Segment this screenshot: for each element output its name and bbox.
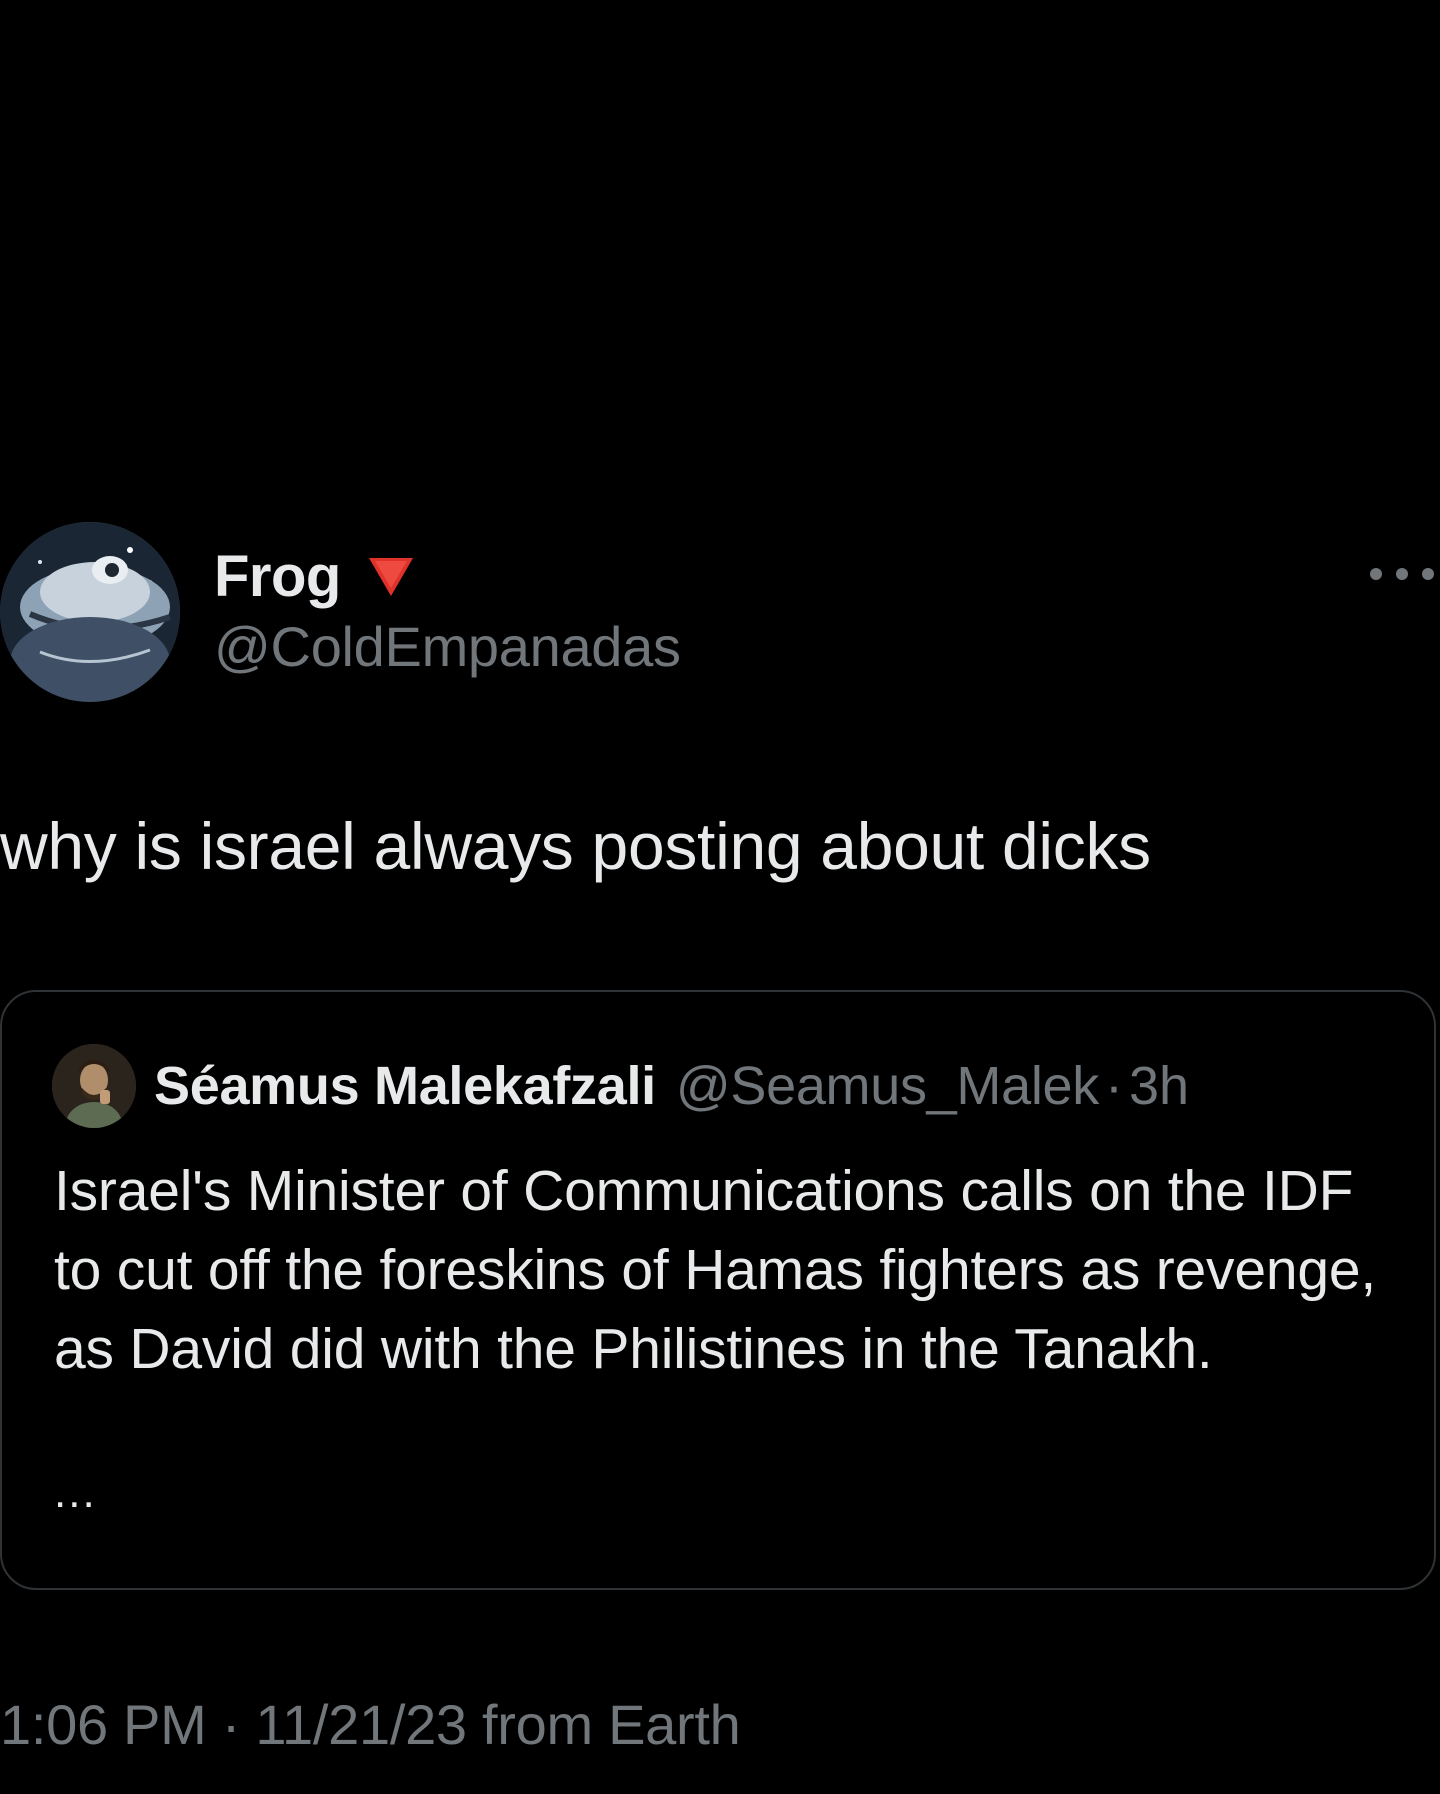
quoted-tweet[interactable]: Séamus Malekafzali @Seamus_Malek · 3h Is…	[0, 990, 1436, 1590]
quoted-separator: ·	[1104, 1056, 1123, 1116]
more-horizontal-icon-dot	[1396, 568, 1408, 580]
tweet-text: why is israel always posting about dicks	[0, 809, 1151, 883]
user-avatar-icon	[52, 1044, 136, 1128]
tweet: Frog @ColdEmpanadas why is israel always…	[0, 0, 1440, 1794]
author-info: Frog @ColdEmpanadas	[214, 540, 681, 679]
quoted-author-avatar[interactable]	[52, 1044, 136, 1128]
more-horizontal-icon-dot	[1422, 568, 1434, 580]
more-options-button[interactable]	[1370, 556, 1434, 592]
tweet-date[interactable]: 11/21/23	[255, 1693, 467, 1756]
more-horizontal-icon	[1370, 568, 1382, 580]
red-triangle-down-icon	[367, 552, 415, 600]
quoted-tweet-header: Séamus Malekafzali @Seamus_Malek · 3h	[52, 1044, 1189, 1128]
frog-avatar-icon	[0, 522, 180, 702]
author-avatar[interactable]	[0, 522, 180, 702]
quoted-tweet-ellipsis: ...	[54, 1468, 97, 1517]
quoted-tweet-text: Israel's Minister of Communications call…	[54, 1159, 1376, 1381]
tweet-time[interactable]: 1:06 PM	[0, 1693, 207, 1756]
quoted-author-display-name[interactable]: Séamus Malekafzali	[154, 1055, 656, 1117]
quoted-timestamp[interactable]: 3h	[1129, 1055, 1189, 1117]
tweet-source: from Earth	[482, 1693, 741, 1756]
meta-separator: ·	[221, 1693, 241, 1756]
tweet-metadata: 1:06 PM · 11/21/23 from Earth	[0, 1692, 741, 1757]
display-name-row: Frog	[214, 540, 681, 612]
quoted-author-handle[interactable]: @Seamus_Malek	[676, 1055, 1099, 1117]
author-handle[interactable]: @ColdEmpanadas	[214, 614, 681, 679]
author-display-name[interactable]: Frog	[214, 543, 341, 610]
